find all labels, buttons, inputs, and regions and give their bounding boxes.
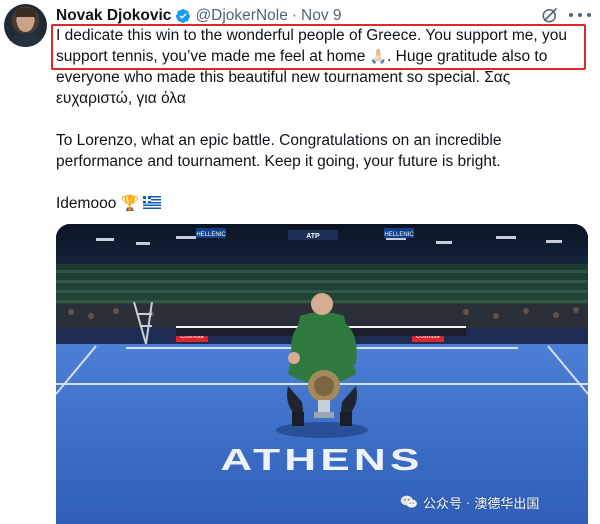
tweet-photo[interactable]: HELLENIC ATP HELLENIC Cosmote Cosmote AT… xyxy=(56,224,588,524)
trophy-emoji-icon: 🏆 xyxy=(120,195,140,212)
avatar-shirt xyxy=(8,33,43,47)
wechat-icon xyxy=(400,495,418,508)
watermark-label: 公众号 xyxy=(423,495,463,511)
tweet-line: everyone who made this beautiful new tou… xyxy=(56,69,511,86)
photo-canvas: HELLENIC ATP HELLENIC Cosmote Cosmote AT… xyxy=(56,224,588,524)
header-separator: · xyxy=(291,7,298,24)
tweet-line: To Lorenzo, what an epic battle. Congrat… xyxy=(56,132,502,149)
more-dot xyxy=(587,13,591,17)
tweet-line: performance and tournament. Keep it goin… xyxy=(56,153,501,170)
more-icon[interactable] xyxy=(569,6,591,24)
grok-icon[interactable] xyxy=(541,6,559,24)
more-dot xyxy=(569,13,573,17)
watermark-separator: · xyxy=(466,494,471,510)
avatar[interactable] xyxy=(4,4,47,47)
banner-top-left-text: HELLENIC xyxy=(196,232,226,238)
player-shadow xyxy=(276,422,368,438)
avatar-hair xyxy=(15,8,36,17)
tweet-line: Idemooo 🏆 xyxy=(56,193,590,214)
court-text: ATHENS xyxy=(220,444,423,478)
tweet-line: ευχαριστώ, για όλα xyxy=(56,90,186,107)
highlight-box xyxy=(51,24,586,70)
author-name[interactable]: Novak Djokovic xyxy=(56,7,171,25)
author-handle[interactable]: @DjokerNole xyxy=(195,7,287,25)
greece-flag-icon xyxy=(143,196,162,209)
tweet-header: Novak Djokovic @DjokerNole · Nov 9 xyxy=(56,6,342,26)
banner-top-mid-text: ATP xyxy=(306,233,320,240)
more-dot xyxy=(578,13,582,17)
watermark: 公众号 · 澳德华出国 xyxy=(400,492,539,512)
watermark-label: 澳德华出国 xyxy=(474,495,540,511)
tweet-date[interactable]: Nov 9 xyxy=(301,7,342,25)
verified-badge-icon xyxy=(176,9,191,23)
banner-top-right-text: HELLENIC xyxy=(384,232,414,238)
tweet-fragment: Idemooo xyxy=(56,195,121,212)
